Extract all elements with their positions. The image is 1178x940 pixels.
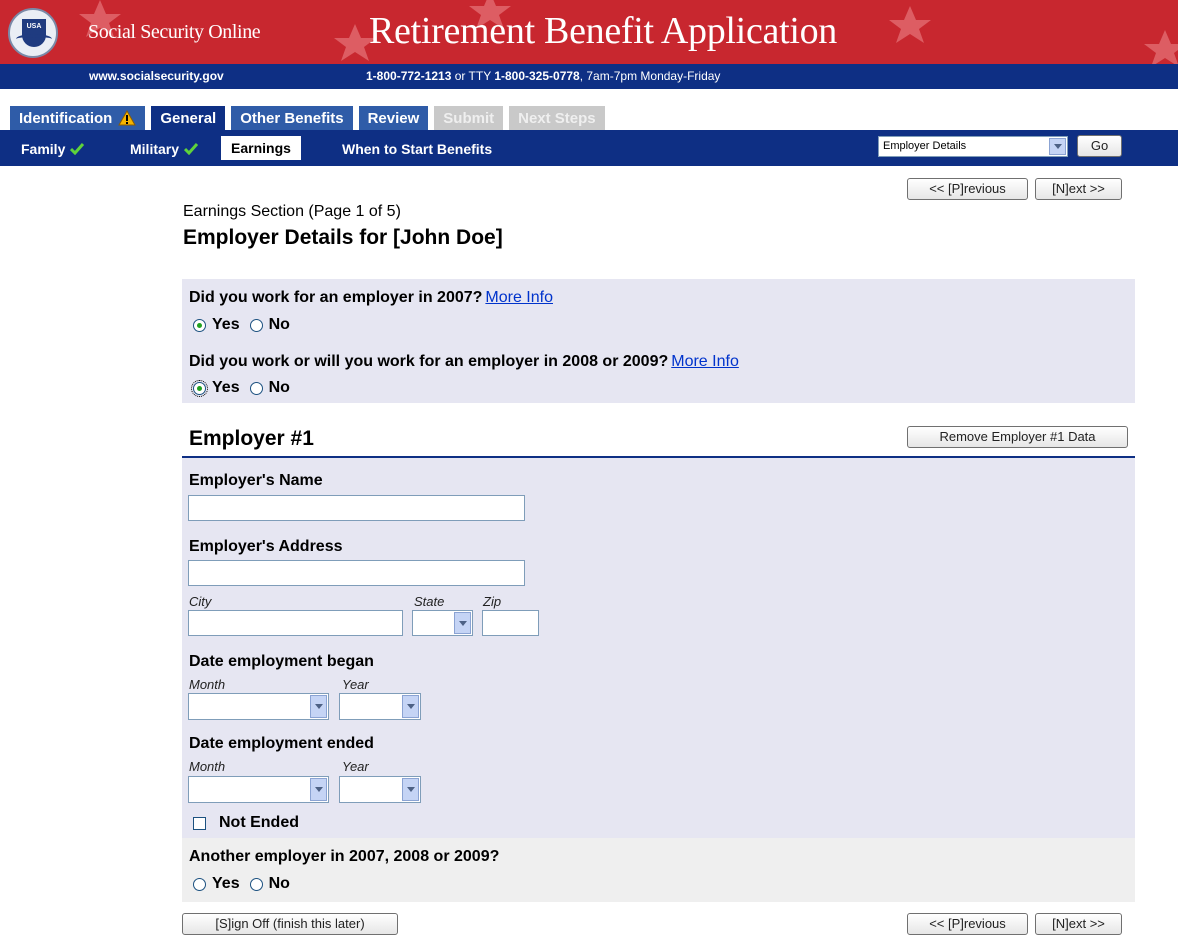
state-label: State bbox=[414, 594, 445, 609]
phone-info: 1-800-772-1213 or TTY 1-800-325-0778, 7a… bbox=[366, 69, 721, 83]
warning-icon bbox=[118, 110, 137, 126]
chevron-down-icon bbox=[310, 695, 327, 718]
chevron-down-icon bbox=[402, 778, 419, 801]
sign-off-button[interactable]: [S]ign Off (finish this later) bbox=[182, 913, 398, 935]
not-ended-checkbox[interactable] bbox=[193, 816, 206, 830]
go-button[interactable]: Go bbox=[1077, 135, 1122, 157]
tab-general[interactable]: General bbox=[151, 106, 226, 130]
app-title: Retirement Benefit Application bbox=[369, 10, 837, 52]
date-ended-label: Date employment ended bbox=[189, 735, 374, 752]
next-button-bottom[interactable]: [N]ext >> bbox=[1035, 913, 1122, 935]
header-banner: USA Social Security Online Retirement Be… bbox=[0, 0, 1178, 64]
radio-no-2007[interactable] bbox=[249, 318, 263, 332]
ended-year-label: Year bbox=[342, 759, 369, 774]
section-jump-select[interactable]: Employer Details bbox=[878, 136, 1068, 157]
began-month-select[interactable] bbox=[188, 693, 329, 720]
previous-button-bottom[interactable]: << [P]revious bbox=[907, 913, 1028, 935]
tab-review[interactable]: Review bbox=[358, 106, 429, 130]
began-year-select[interactable] bbox=[339, 693, 421, 720]
chevron-down-icon bbox=[310, 778, 327, 801]
another-employer-question: Another employer in 2007, 2008 or 2009? bbox=[189, 848, 500, 865]
radio-no-2008-2009[interactable] bbox=[249, 381, 263, 395]
checkmark-icon bbox=[70, 143, 85, 155]
ended-month-select[interactable] bbox=[188, 776, 329, 803]
ssa-seal-logo: USA bbox=[8, 8, 58, 58]
previous-button-top[interactable]: << [P]revious bbox=[907, 178, 1028, 200]
radio-no-another[interactable] bbox=[249, 877, 263, 891]
employer-name-label: Employer's Name bbox=[189, 472, 323, 489]
subnav-item-earnings[interactable]: Earnings bbox=[221, 136, 301, 160]
main-tabs: Identification General Other Benefits Re… bbox=[10, 106, 611, 130]
question-2007: Did you work for an employer in 2007? Mor… bbox=[189, 289, 553, 306]
tab-other-benefits[interactable]: Other Benefits bbox=[231, 106, 353, 130]
question-2008-2009: Did you work or will you work for an emp… bbox=[189, 353, 739, 370]
subnav-item-family[interactable]: Family bbox=[21, 141, 85, 157]
city-input[interactable] bbox=[188, 610, 403, 636]
chevron-down-icon bbox=[1049, 138, 1066, 155]
ended-month-label: Month bbox=[189, 759, 226, 774]
radio-yes-another[interactable] bbox=[193, 877, 206, 891]
zip-input[interactable] bbox=[482, 610, 539, 636]
more-info-link[interactable]: More Info bbox=[671, 353, 739, 370]
next-button-top[interactable]: [N]ext >> bbox=[1035, 178, 1122, 200]
remove-employer-button[interactable]: Remove Employer #1 Data bbox=[907, 426, 1128, 448]
radio-group-2008-2009: Yes No bbox=[191, 379, 290, 397]
subnav-item-when-to-start[interactable]: When to Start Benefits bbox=[342, 141, 492, 157]
employer-address-label: Employer's Address bbox=[189, 538, 343, 555]
tab-submit: Submit bbox=[434, 106, 504, 130]
subnav-item-military[interactable]: Military bbox=[130, 141, 199, 157]
radio-group-2007: Yes No bbox=[193, 316, 290, 334]
more-info-link[interactable]: More Info bbox=[485, 289, 553, 306]
site-url: www.socialsecurity.gov bbox=[89, 69, 224, 83]
began-year-label: Year bbox=[342, 677, 369, 692]
employer-header: Employer #1 bbox=[189, 427, 314, 450]
ended-year-select[interactable] bbox=[339, 776, 421, 803]
chevron-down-icon bbox=[454, 612, 471, 634]
began-month-label: Month bbox=[189, 677, 226, 692]
info-bar: www.socialsecurity.gov 1-800-772-1213 or… bbox=[0, 64, 1178, 89]
state-select[interactable] bbox=[412, 610, 473, 636]
section-indicator: Earnings Section (Page 1 of 5) bbox=[183, 203, 401, 220]
tab-next-steps: Next Steps bbox=[509, 106, 605, 130]
not-ended-row: Not Ended bbox=[193, 814, 299, 832]
employer-address-input[interactable] bbox=[188, 560, 525, 586]
date-began-label: Date employment began bbox=[189, 653, 374, 670]
radio-yes-2007[interactable] bbox=[193, 318, 206, 332]
page-title: Employer Details for [John Doe] bbox=[183, 226, 503, 249]
radio-yes-2008-2009[interactable] bbox=[191, 379, 208, 397]
zip-label: Zip bbox=[483, 594, 502, 609]
city-label: City bbox=[189, 594, 212, 609]
checkmark-icon bbox=[184, 143, 199, 155]
tab-identification[interactable]: Identification bbox=[10, 106, 146, 130]
chevron-down-icon bbox=[402, 695, 419, 718]
radio-group-another: Yes No bbox=[193, 875, 290, 893]
site-name: Social Security Online bbox=[88, 21, 261, 43]
employer-name-input[interactable] bbox=[188, 495, 525, 521]
